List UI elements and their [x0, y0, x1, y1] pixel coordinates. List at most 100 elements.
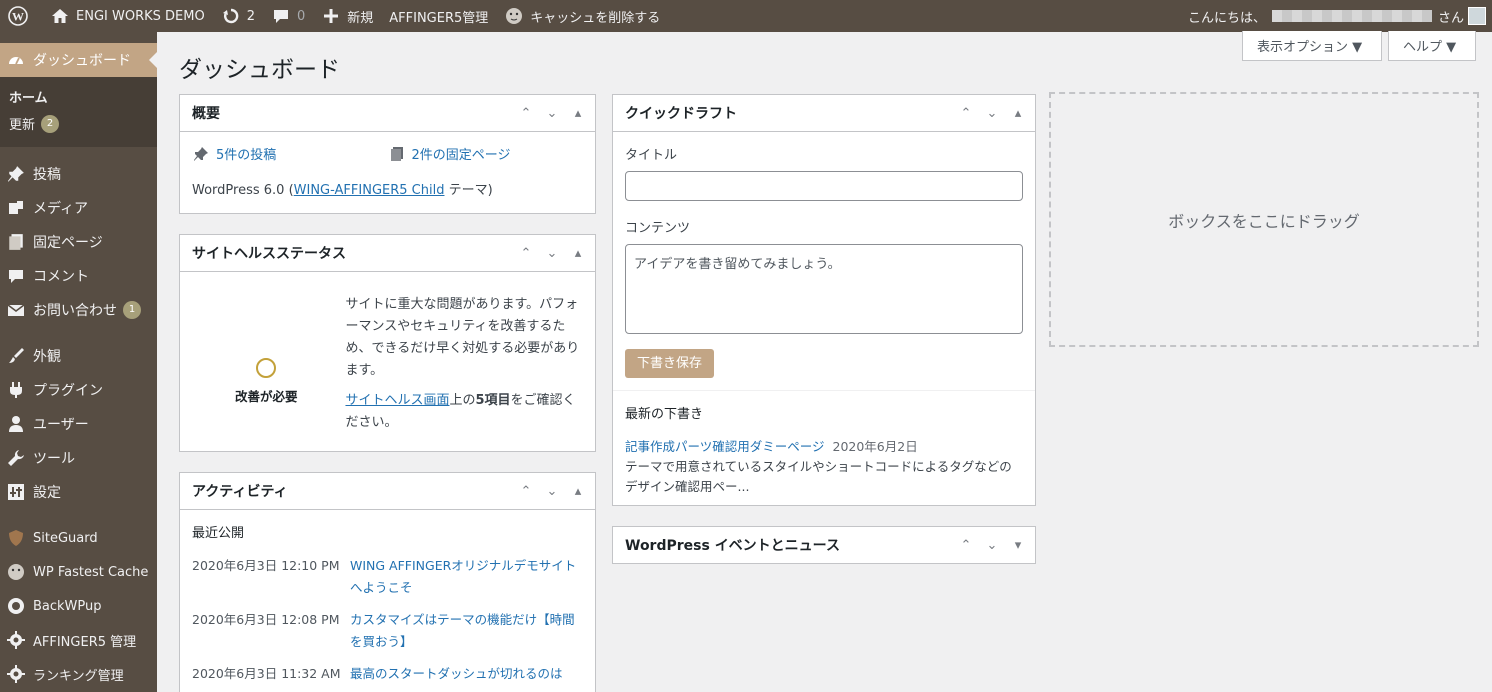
sidebar-item-label: お問い合わせ: [33, 303, 117, 319]
activity-date: 2020年6月3日 12:10 PM: [192, 558, 340, 573]
recent-drafts-heading: 最新の下書き: [625, 407, 704, 422]
updates-menu[interactable]: 2: [213, 0, 263, 32]
site-name: ENGI WORKS DEMO: [76, 8, 205, 24]
toggle-panel-icon[interactable]: ▴: [567, 102, 589, 124]
wp-version-text: WordPress 6.0 (: [192, 183, 294, 198]
sidebar-item[interactable]: 固定ページ: [0, 225, 157, 259]
comments-menu[interactable]: 0: [263, 0, 313, 32]
submenu-updates-label: 更新: [9, 118, 36, 133]
affinger-label: AFFINGER5管理: [389, 10, 489, 26]
move-up-icon[interactable]: ⌃: [515, 480, 537, 502]
sidebar-item-badge: 1: [123, 301, 141, 319]
move-up-icon[interactable]: ⌃: [515, 242, 537, 264]
site-health-box: サイトヘルスステータス ⌃ ⌄ ▴ 改善が必要 サイトに重大な問題があります。パ…: [179, 234, 596, 452]
health-link-suffix: 上の: [449, 393, 476, 408]
updates-badge: 2: [41, 114, 60, 133]
activity-post-link[interactable]: カスタマイズはテーマの機能だけ【時間を買おう】: [350, 609, 580, 653]
help-button[interactable]: ヘルプ ▼: [1388, 31, 1476, 61]
glance-pages-link[interactable]: 2件の固定ページ: [388, 144, 584, 163]
draft-date: 2020年6月2日: [832, 439, 918, 454]
move-down-icon[interactable]: ⌄: [541, 102, 563, 124]
move-down-icon[interactable]: ⌄: [541, 480, 563, 502]
backwpup-icon: [6, 596, 26, 616]
draft-content-textarea[interactable]: アイデアを書き留めてみましょう。: [625, 244, 1023, 334]
settings-icon: [6, 482, 26, 502]
move-up-icon[interactable]: ⌃: [955, 534, 977, 556]
theme-link[interactable]: WING-AFFINGER5 Child: [294, 183, 445, 198]
sidebar-item[interactable]: ツール: [0, 441, 157, 475]
draft-title-link[interactable]: 記事作成パーツ確認用ダミーページ: [625, 439, 825, 454]
health-items-count: 5項目: [475, 393, 511, 408]
site-health-link[interactable]: サイトヘルス画面: [345, 393, 449, 408]
sidebar-item[interactable]: メディア: [0, 191, 157, 225]
move-down-icon[interactable]: ⌄: [541, 242, 563, 264]
clear-cache-menu[interactable]: キャッシュを削除する: [496, 0, 668, 32]
sidebar-item[interactable]: お問い合わせ 1: [0, 293, 157, 327]
toggle-panel-icon[interactable]: ▾: [1007, 534, 1029, 556]
gear-icon: [6, 664, 26, 684]
sidebar-item[interactable]: 設定: [0, 475, 157, 509]
sidebar-item[interactable]: SiteGuard: [0, 521, 157, 555]
toggle-panel-icon[interactable]: ▴: [567, 242, 589, 264]
postbox-header: 概要 ⌃ ⌄ ▴: [180, 95, 595, 132]
sidebar-item[interactable]: コメント: [0, 259, 157, 293]
sidebar-item[interactable]: ユーザー: [0, 407, 157, 441]
comment-icon: [271, 6, 291, 26]
sidebar-item[interactable]: AFFINGER5 管理: [0, 623, 157, 657]
my-account-menu[interactable]: こんにちは、 さん: [1180, 0, 1492, 32]
gear-icon: [6, 630, 26, 650]
postbox-title: サイトヘルスステータス: [192, 246, 346, 262]
postbox-title: 概要: [192, 106, 220, 122]
page-title: ダッシュボード: [179, 57, 340, 83]
cheetah-icon: [6, 562, 26, 582]
sidebar-item-label: SiteGuard: [33, 530, 98, 546]
greeting-suffix: さん: [1437, 10, 1464, 26]
quick-draft-box: クイックドラフト ⌃ ⌄ ▴ タイトル コンテンツ アイデアを書き留めてみましょ…: [612, 94, 1036, 506]
move-down-icon[interactable]: ⌄: [981, 534, 1003, 556]
glance-posts-link[interactable]: 5件の投稿: [192, 144, 388, 163]
comment-icon: [6, 266, 26, 286]
toggle-panel-icon[interactable]: ▴: [1007, 102, 1029, 124]
menu-dashboard[interactable]: ダッシュボード: [0, 43, 157, 77]
at-a-glance-box: 概要 ⌃ ⌄ ▴ 5件の投稿 2件の固定ページ WordPress 6.0 (W…: [179, 94, 596, 214]
activity-date: 2020年6月3日 12:08 PM: [192, 612, 340, 627]
recent-published-heading: 最近公開: [192, 526, 245, 541]
theme-suffix-text: テーマ): [444, 183, 493, 198]
sidebar-item[interactable]: WP Fastest Cache: [0, 555, 157, 589]
screen-options-button[interactable]: 表示オプション ▼: [1242, 31, 1382, 61]
activity-post-link[interactable]: WING AFFINGERオリジナルデモサイトへようこそ: [350, 555, 580, 599]
activity-row: 2020年6月3日 12:08 PM カスタマイズはテーマの機能だけ【時間を買おう…: [192, 609, 583, 653]
health-status-indicator: [256, 357, 277, 378]
activity-date: 2020年6月3日 11:32 AM: [192, 666, 341, 681]
sidebar-item-label: ユーザー: [33, 417, 89, 433]
new-content-menu[interactable]: 新規: [313, 0, 381, 32]
blurred-username: [1271, 10, 1432, 22]
move-up-icon[interactable]: ⌃: [955, 102, 977, 124]
sidebar-item-label: 外観: [33, 349, 61, 365]
move-down-icon[interactable]: ⌄: [981, 102, 1003, 124]
site-name-menu[interactable]: ENGI WORKS DEMO: [42, 0, 213, 32]
sidebar-item-label: メディア: [33, 201, 89, 217]
activity-post-link[interactable]: 最高のスタートダッシュが切れるのは: [350, 663, 580, 685]
user-icon: [6, 414, 26, 434]
sidebar-item[interactable]: 投稿: [0, 157, 157, 191]
handle-actions: ⌃ ⌄ ▴: [515, 242, 595, 264]
draft-title-input[interactable]: [625, 171, 1023, 201]
save-draft-button[interactable]: 下書き保存: [625, 349, 715, 378]
sidebar-item[interactable]: プラグイン: [0, 373, 157, 407]
submenu-updates[interactable]: 更新 2: [0, 110, 157, 137]
affinger-admin-menu[interactable]: AFFINGER5管理: [381, 0, 496, 32]
wp-version-line: WordPress 6.0 (WING-AFFINGER5 Child テーマ): [192, 179, 583, 198]
move-up-icon[interactable]: ⌃: [515, 102, 537, 124]
admin-menu: ダッシュボード ホーム 更新 2 投稿メディア固定ページ コメントお問い合わせ 1 外…: [0, 32, 157, 692]
sidebar-item[interactable]: 外観: [0, 339, 157, 373]
dashboard-icon: [6, 50, 26, 70]
submenu-home[interactable]: ホーム: [0, 83, 157, 110]
sidebar-item[interactable]: BackWPup: [0, 589, 157, 623]
wp-logo-menu[interactable]: W: [0, 0, 42, 32]
toggle-panel-icon[interactable]: ▴: [567, 480, 589, 502]
draft-title-label: タイトル: [625, 148, 678, 163]
avatar: [1468, 7, 1486, 25]
sidebar-item[interactable]: ランキング管理: [0, 657, 157, 691]
postbox-title: アクティビティ: [192, 484, 288, 500]
